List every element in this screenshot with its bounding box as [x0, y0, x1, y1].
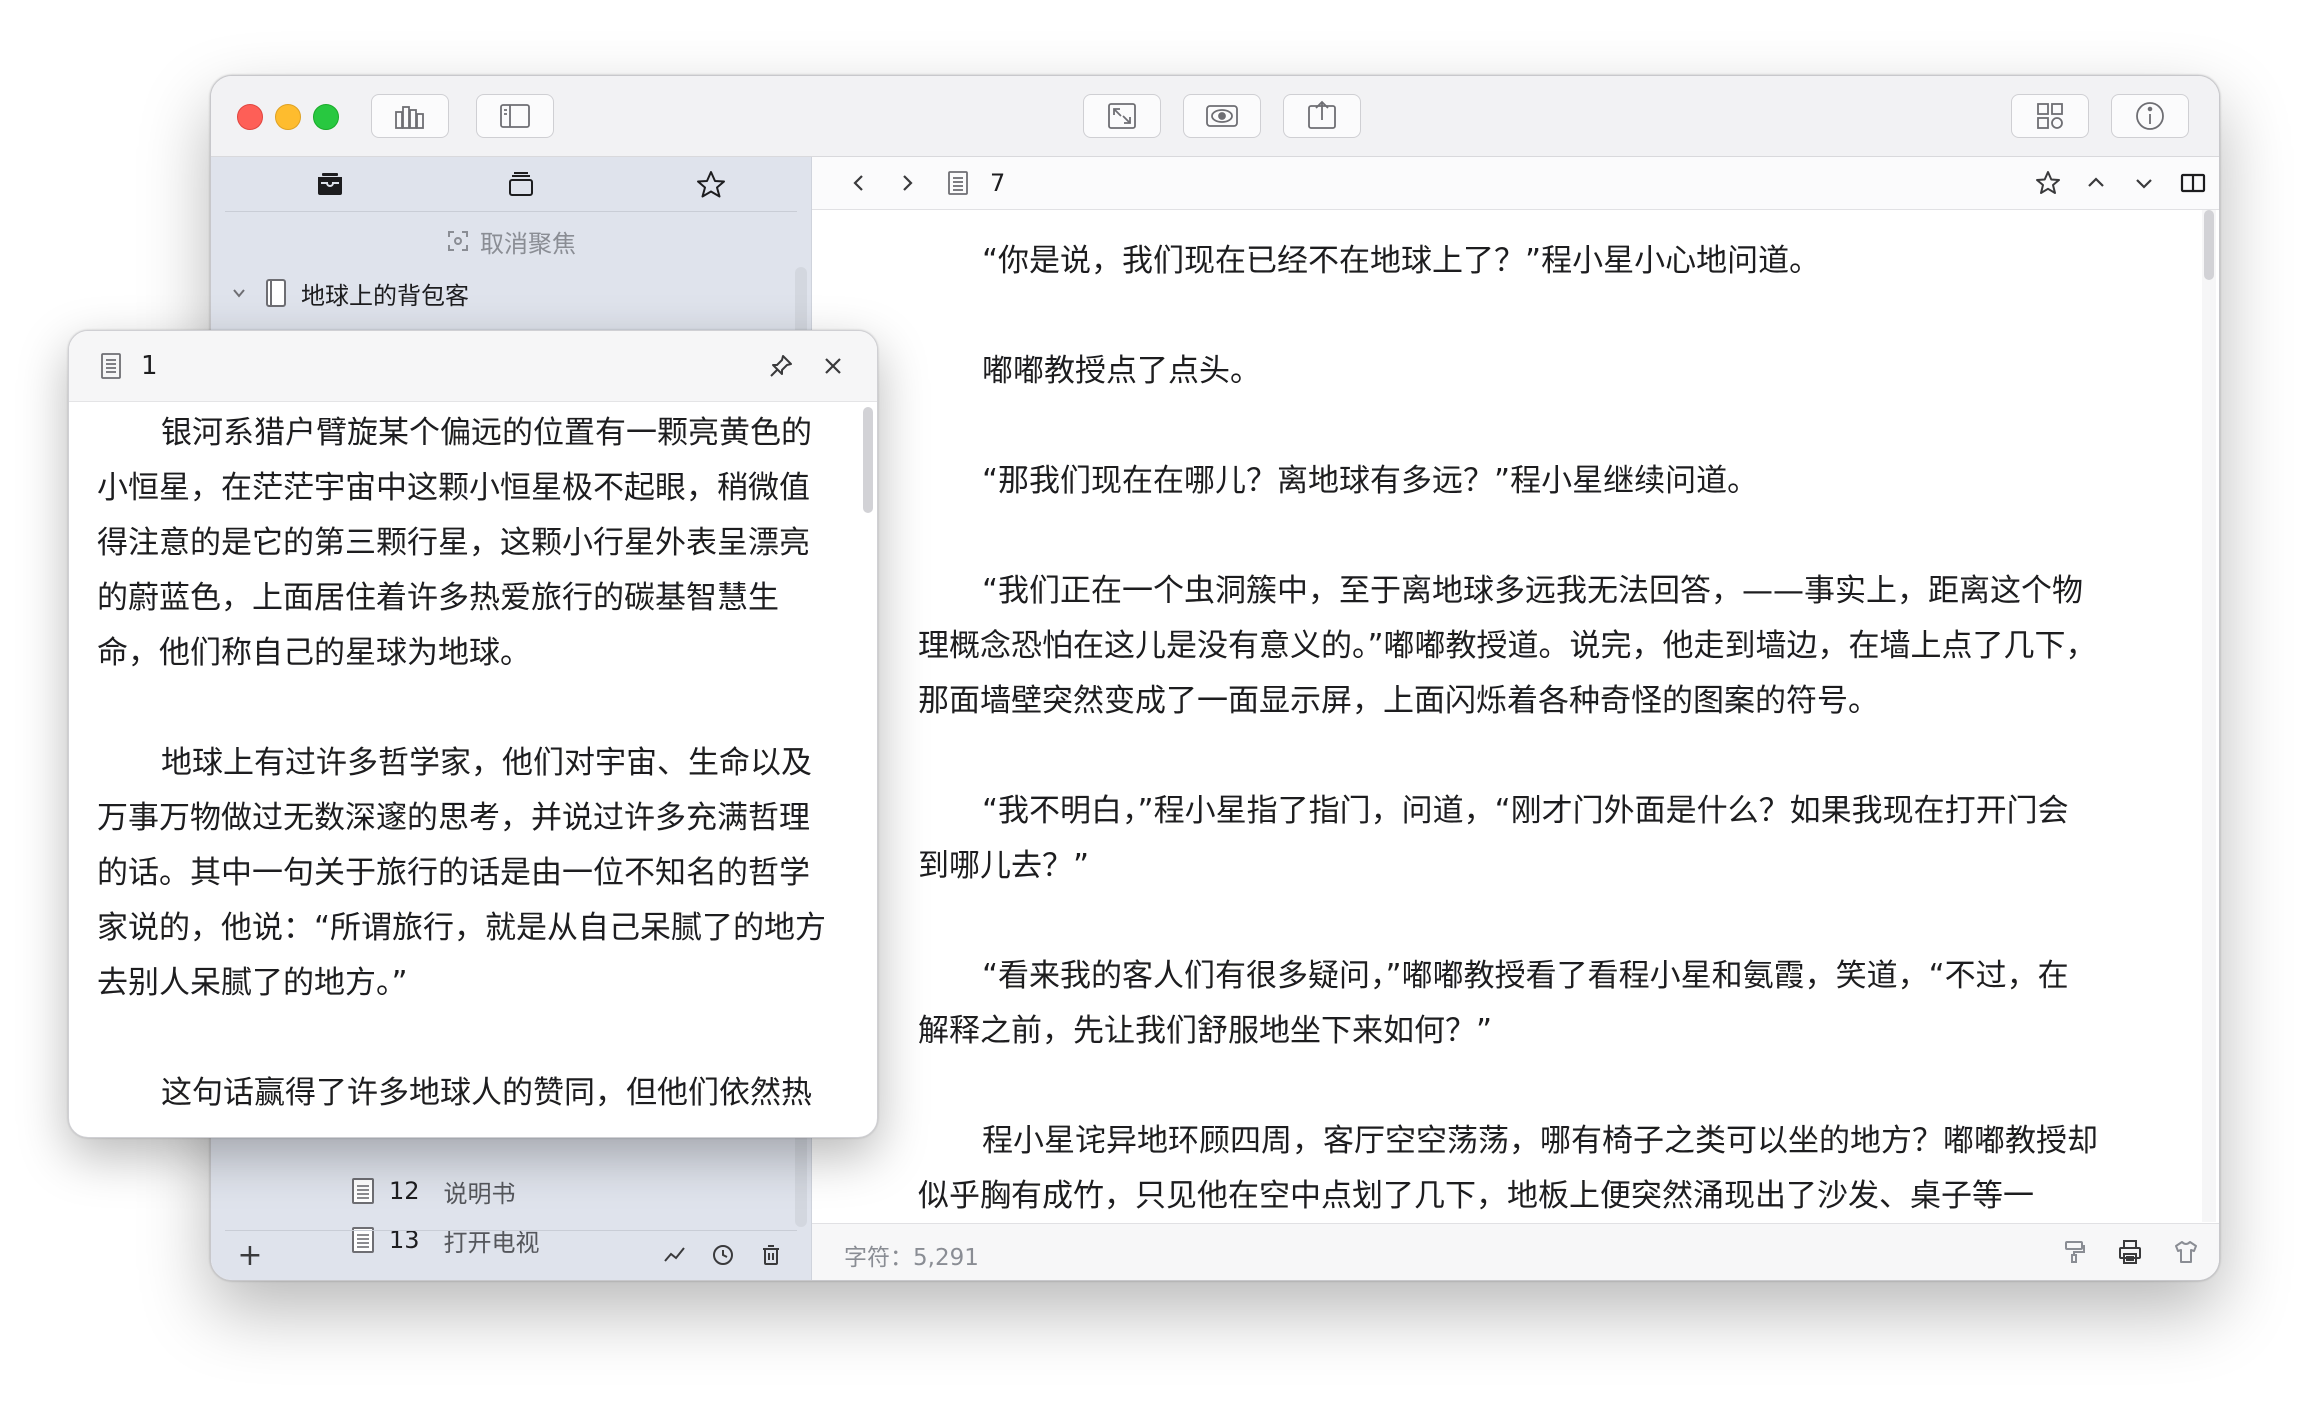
clock-icon [713, 1245, 733, 1265]
history-button[interactable] [707, 1239, 739, 1271]
editor-scrollbar[interactable] [2202, 210, 2216, 1222]
pin-button[interactable] [763, 348, 799, 384]
character-count: 字符：5,291 [844, 1245, 979, 1271]
paragraph: “看来我的客人们有很多疑问，”嘟嘟教授看了看程小星和氨霞，笑道，“不过，在解释之… [918, 958, 2069, 1049]
panel-header: 1 [69, 331, 877, 402]
chevron-up-icon [2088, 177, 2104, 187]
sidebar-item-label: 说明书 [443, 1179, 516, 1208]
grid-view-icon [2037, 103, 2063, 129]
panel-text[interactable]: 银河系猎户臂旋某个偏远的位置有一颗亮黄色的小恒星，在茫茫宇宙中这颗小恒星极不起眼… [69, 402, 863, 1137]
back-button[interactable] [842, 166, 876, 200]
paint-brush-icon [2065, 1241, 2085, 1263]
paragraph: “我们正在一个虫洞簇中，至于离地球多远我无法回答，——事实上，距离这个物理概念恐… [918, 573, 2097, 719]
info-button[interactable] [2111, 94, 2189, 138]
inbox-icon [318, 173, 342, 195]
chevron-down-icon[interactable] [229, 283, 249, 303]
paragraph: “你是说，我们现在已经不在地球上了？”程小星小心地问道。 [982, 243, 1821, 279]
bookmark-button[interactable] [2031, 166, 2065, 200]
editor-text[interactable]: “你是说，我们现在已经不在地球上了？”程小星小心地问道。 嘟嘟教授点了点头。 “… [812, 210, 2202, 1222]
stack-icon [509, 172, 533, 196]
binder-icon [395, 106, 424, 129]
unfocus-button[interactable]: 取消聚焦 [211, 221, 811, 261]
add-item-button[interactable]: + [234, 1238, 266, 1273]
paragraph: 程小星诧异地环顾四周，客厅空空荡荡，哪有椅子之类可以坐的地方？嘟嘟教授却似乎胸有… [918, 1123, 2098, 1214]
split-editor-button[interactable] [2176, 166, 2210, 200]
chevron-right-icon [903, 175, 913, 191]
targets-button[interactable] [2170, 1236, 2202, 1268]
close-icon [825, 358, 841, 374]
editor-nav-bar: 7 [812, 157, 2219, 210]
focus-icon [448, 231, 468, 251]
paragraph: 这句话赢得了许多地球人的赞同，但他们依然热 [161, 1075, 812, 1111]
minimize-window-button[interactable] [275, 104, 301, 130]
info-icon [2136, 102, 2164, 130]
editor-pane: 7 “你是说，我们现在已经不在地球上了？”程小星小心地问道。 嘟嘟教授点了点头。… [812, 157, 2219, 1280]
trash-button[interactable] [755, 1239, 787, 1271]
status-bar: 字符：5,291 [812, 1223, 2219, 1280]
toolbar [211, 76, 2219, 157]
chevron-left-icon [853, 175, 863, 191]
trash-icon [763, 1245, 779, 1265]
panel-scrollbar-thumb[interactable] [863, 407, 873, 513]
star-icon [2036, 171, 2060, 194]
tab-favorites[interactable] [691, 165, 731, 205]
preview-button[interactable] [1183, 94, 1261, 138]
panel-title: 1 [141, 351, 158, 381]
close-window-button[interactable] [237, 104, 263, 130]
sidebar-tabs [211, 157, 811, 211]
paragraph: “我不明白，”程小星指了指门，问道，“刚才门外面是什么？如果我现在打开门会到哪儿… [918, 793, 2069, 884]
quick-reference-panel: 1 银河系猎户臂旋某个偏远的位置有一颗亮黄色的小恒星，在茫茫宇宙中这颗小恒星极不… [68, 330, 878, 1138]
fullscreen-icon [1108, 103, 1136, 129]
document-menu[interactable] [941, 166, 975, 200]
sidebar-toggle-button[interactable] [476, 94, 554, 138]
sidebar-toggle-icon [500, 104, 530, 128]
chevron-down-icon [2136, 179, 2152, 189]
document-title: 7 [990, 169, 1006, 197]
divider [225, 211, 797, 212]
fullscreen-button[interactable] [1083, 94, 1161, 138]
previous-document-button[interactable] [2079, 166, 2113, 200]
shirt-icon [2175, 1241, 2197, 1263]
binder-button[interactable] [371, 94, 449, 138]
format-painter-button[interactable] [2058, 1236, 2090, 1268]
document-icon [948, 171, 968, 195]
unfocus-label: 取消聚焦 [480, 229, 576, 258]
paragraph: 银河系猎户臂旋某个偏远的位置有一颗亮黄色的小恒星，在茫茫宇宙中这颗小恒星极不起眼… [97, 415, 812, 671]
sidebar-footer: + [211, 1231, 811, 1280]
paragraph: 地球上有过许多哲学家，他们对宇宙、生命以及万事万物做过无数深邃的思考，并说过许多… [97, 745, 827, 1001]
sidebar-item-root[interactable]: 地球上的背包客 [211, 269, 801, 317]
tab-collections[interactable] [501, 165, 541, 205]
preview-eye-icon [1206, 105, 1238, 127]
scrollbar-thumb[interactable] [2204, 210, 2214, 280]
split-view-icon [2180, 173, 2206, 193]
close-panel-button[interactable] [815, 348, 851, 384]
forward-button[interactable] [890, 166, 924, 200]
pin-icon [770, 355, 792, 377]
print-button[interactable] [2114, 1236, 2146, 1268]
document-icon [101, 353, 121, 379]
maximize-window-button[interactable] [313, 104, 339, 130]
next-document-button[interactable] [2127, 166, 2161, 200]
grid-view-button[interactable] [2011, 94, 2089, 138]
star-icon [697, 171, 725, 198]
sidebar-item-number: 12 [389, 1177, 420, 1205]
share-button[interactable] [1283, 94, 1361, 138]
sidebar-item-label: 地球上的背包客 [301, 281, 469, 310]
document-icon [352, 1178, 374, 1204]
share-icon [1308, 100, 1336, 129]
sidebar-item-12[interactable]: 12 说明书 [211, 1167, 801, 1215]
document-menu[interactable] [93, 348, 129, 384]
paragraph: “那我们现在在哪儿？离地球有多远？”程小星继续问道。 [982, 463, 1759, 499]
paragraph: 嘟嘟教授点了点头。 [982, 353, 1261, 389]
tab-inbox[interactable] [310, 165, 350, 205]
statistics-button[interactable] [659, 1239, 691, 1271]
book-icon [266, 279, 286, 307]
printer-icon [2119, 1240, 2141, 1264]
activity-icon [664, 1247, 685, 1262]
